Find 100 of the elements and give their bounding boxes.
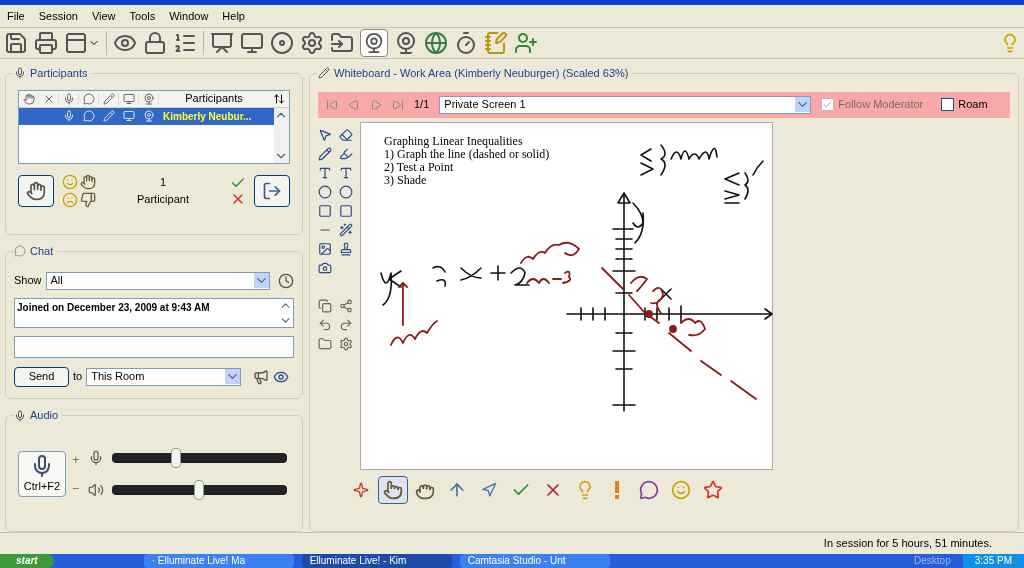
webcam-icon[interactable] — [360, 29, 388, 57]
show-label: Show — [14, 273, 42, 289]
participant-count: 1 — [159, 175, 167, 190]
start-button[interactable]: start — [0, 554, 54, 568]
highlighter-icon[interactable] — [339, 146, 353, 161]
taskbar-button[interactable]: · Elluminate Live! Ma — [143, 554, 294, 568]
menu-item[interactable]: Help — [215, 7, 252, 25]
status-icon — [123, 110, 135, 122]
microphone-icon — [14, 67, 26, 80]
sort-icon[interactable] — [273, 92, 285, 105]
chat-input[interactable] — [14, 335, 294, 358]
smiley-icon — [671, 479, 691, 500]
rectangle-icon[interactable] — [318, 203, 332, 218]
column-icon[interactable] — [122, 92, 135, 105]
stopwatch-icon[interactable] — [454, 31, 478, 55]
menu-item[interactable]: View — [84, 7, 123, 25]
status-icon — [63, 110, 75, 122]
talk-button[interactable]: Ctrl+F2 — [18, 451, 66, 498]
circle-icon[interactable] — [318, 184, 332, 199]
disc-icon[interactable] — [270, 31, 294, 55]
speech-bubble-icon — [14, 245, 26, 258]
speech-bubble-icon — [639, 479, 659, 500]
exit-button[interactable] — [254, 174, 290, 207]
folder-icon[interactable] — [330, 31, 354, 55]
check-icon — [822, 99, 834, 110]
text-icon[interactable] — [318, 165, 332, 180]
clock-icon[interactable] — [278, 272, 294, 289]
to-label: to — [73, 369, 83, 385]
megaphone-icon[interactable] — [253, 368, 270, 385]
taskbar-button[interactable]: Elluminate Live! - Kim — [301, 554, 452, 568]
copy-icon[interactable] — [318, 298, 332, 313]
exclamation-icon — [613, 479, 621, 500]
page-counter: 1/1 — [414, 97, 430, 113]
pencil-icon[interactable] — [318, 146, 332, 161]
plus-sign: + — [72, 450, 80, 469]
roam-checkbox[interactable]: Roam — [941, 96, 988, 113]
list-icon[interactable] — [173, 31, 197, 55]
globe-icon[interactable] — [424, 31, 448, 55]
redo-icon[interactable] — [339, 317, 353, 332]
menu-item[interactable]: File — [0, 7, 32, 25]
recipient-dropdown[interactable]: This Room — [86, 367, 242, 386]
save-icon[interactable] — [4, 31, 28, 55]
settings-icon[interactable] — [300, 31, 324, 55]
slider-thumb[interactable] — [194, 480, 205, 501]
send-button[interactable]: Send — [14, 366, 69, 387]
monitor-icon[interactable] — [240, 31, 264, 55]
annotation-tool[interactable] — [378, 475, 408, 504]
whiteboard-canvas[interactable]: Graphing Linear Inequalities 1) Graph the line (dashed or solid) 2) Test a Point 3) Shade — [360, 121, 773, 470]
filter-dropdown[interactable]: All — [45, 271, 270, 290]
printer-icon[interactable] — [34, 31, 58, 55]
whiteboard-text: 2) Test a Point — [384, 160, 455, 174]
slider-thumb[interactable] — [171, 448, 182, 469]
pencil-icon — [318, 67, 330, 80]
caret-icon — [795, 97, 811, 112]
column-icon[interactable] — [62, 92, 75, 105]
column-icon[interactable] — [22, 92, 35, 105]
caret-icon — [254, 273, 269, 289]
add-user-icon[interactable] — [514, 31, 538, 55]
whiteboard-text: Graphing Linear Inequalities — [384, 134, 524, 148]
status-icon — [83, 110, 95, 122]
chat-message: Joined on December 23, 2009 at 9:43 AM — [17, 300, 211, 315]
column-icon[interactable] — [102, 92, 115, 105]
text-box-icon[interactable] — [339, 165, 353, 180]
lock-icon[interactable] — [143, 31, 167, 55]
screen-dropdown[interactable]: Private Screen 1 — [439, 95, 812, 114]
camera-icon[interactable] — [318, 260, 332, 275]
column-icon[interactable] — [82, 92, 95, 105]
whiteboard-text: 1) Graph the line (dashed or solid) — [384, 147, 550, 161]
undo-icon[interactable] — [318, 317, 332, 332]
image-icon[interactable] — [318, 241, 332, 256]
whiteboard-text: 3) Shade — [384, 173, 428, 187]
menu-item[interactable]: Session — [31, 7, 85, 25]
cursor-arrow-icon — [481, 481, 497, 498]
folder-icon[interactable] — [318, 336, 332, 351]
microphone-icon — [14, 409, 26, 422]
menu-item[interactable]: Window — [162, 7, 216, 25]
taskbar-button[interactable]: Camtasia Studio - Unt — [459, 554, 610, 568]
pointer-icon[interactable] — [318, 127, 332, 142]
settings-icon[interactable] — [339, 336, 353, 351]
section-title: Chat — [30, 244, 54, 260]
star-icon — [703, 479, 723, 500]
section-title: Participants — [30, 66, 88, 81]
raise-hand-button[interactable] — [18, 174, 54, 207]
thumbs-down-icon[interactable] — [80, 191, 96, 208]
menu-item[interactable]: Tools — [122, 7, 163, 25]
speaker-icon — [87, 482, 104, 499]
presentation-icon[interactable] — [210, 31, 234, 55]
participant-label: Participant — [137, 191, 189, 207]
stamp-icon[interactable] — [339, 241, 353, 256]
pointing-hand-icon — [383, 479, 403, 500]
wand-icon[interactable] — [339, 222, 353, 237]
clock: 3:35 PM — [974, 555, 1012, 567]
eraser-icon[interactable] — [339, 127, 353, 142]
caret-icon — [225, 369, 241, 385]
column-icon[interactable] — [142, 92, 155, 105]
sparkle-icon — [353, 481, 369, 498]
webcam-icon[interactable] — [394, 31, 418, 55]
participant-name: Kimberly Neubur... — [162, 109, 252, 124]
layout-icon[interactable] — [64, 31, 88, 55]
section-title: Audio — [30, 408, 59, 424]
